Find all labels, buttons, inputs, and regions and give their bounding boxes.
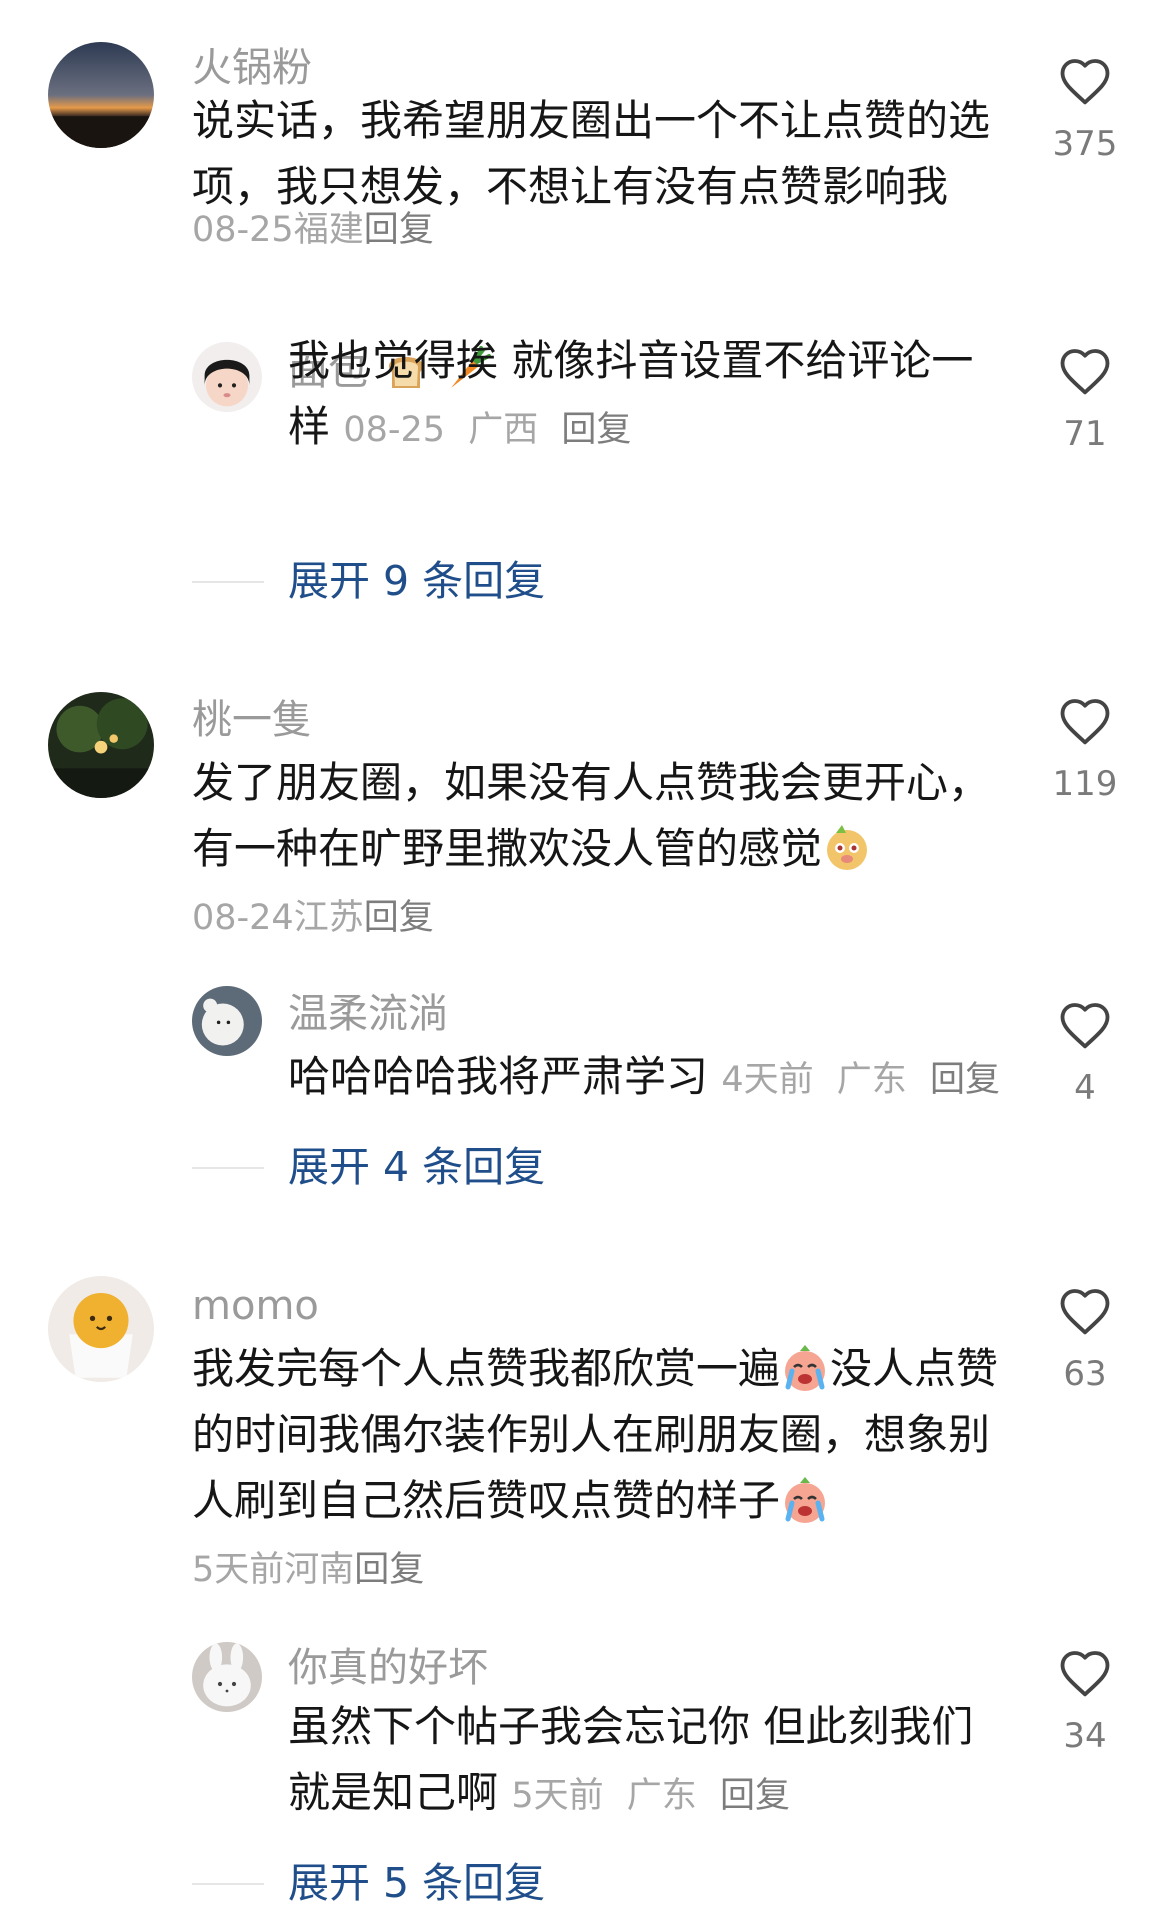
like-button[interactable]: 63 bbox=[1040, 1286, 1130, 1394]
comment-meta: 5天前河南回复 bbox=[192, 1548, 424, 1592]
pig-face-emoji bbox=[822, 823, 872, 873]
comment-meta: 08-24江苏回复 bbox=[192, 896, 434, 940]
comment-location: 江苏 bbox=[293, 898, 364, 938]
reply-location: 广东 bbox=[626, 1776, 697, 1816]
comment-time: 08-24 bbox=[192, 898, 294, 938]
comment-text-block: 发了朋友圈，如果没有人点赞我会更开心，有一种在旷野里撒欢没人管的感觉 bbox=[192, 750, 1012, 882]
comment-time: 5天前 bbox=[192, 1550, 285, 1590]
reply-meta: 08-25 广西 回复 bbox=[343, 410, 631, 450]
reply-button[interactable]: 回复 bbox=[354, 1550, 424, 1590]
avatar[interactable] bbox=[48, 42, 154, 148]
avatar-white-animal-image bbox=[192, 986, 262, 1056]
heart-outline-icon bbox=[1060, 1289, 1110, 1335]
heart-outline-icon bbox=[1060, 349, 1110, 395]
reply-time: 4天前 bbox=[721, 1060, 814, 1100]
like-button[interactable]: 4 bbox=[1040, 1000, 1130, 1108]
avatar-hash-brown-image bbox=[48, 1276, 154, 1382]
comment-text-block: 我发完每个人点赞我都欣赏一遍 没人点赞的时间我偶尔装作别人在刷朋友圈，想象别人刷到… bbox=[192, 1336, 1012, 1534]
reply-time: 08-25 bbox=[343, 410, 446, 450]
heart-outline-icon bbox=[1060, 1651, 1110, 1697]
reply-text-block: 虽然下个帖子我会忘记你 但此刻我们就是知己啊 5天前 广东 回复 bbox=[288, 1694, 1012, 1829]
expand-replies-label[interactable]: 展开 5 条回复 bbox=[288, 1858, 545, 1908]
crying-emoji bbox=[780, 1475, 830, 1525]
divider-line bbox=[192, 1167, 264, 1169]
avatar-night-garden-image bbox=[48, 692, 154, 798]
expand-replies-label[interactable]: 展开 4 条回复 bbox=[288, 1142, 545, 1192]
heart-outline-icon bbox=[1060, 59, 1110, 105]
divider-line bbox=[192, 1883, 264, 1885]
reply-avatar[interactable] bbox=[192, 986, 262, 1056]
comment-location: 福建 bbox=[293, 210, 364, 250]
like-button[interactable]: 34 bbox=[1040, 1648, 1130, 1756]
expand-replies-label[interactable]: 展开 9 条回复 bbox=[288, 556, 545, 606]
heart-outline-icon bbox=[1060, 1003, 1110, 1049]
reply-button[interactable]: 回复 bbox=[364, 898, 434, 938]
avatar[interactable] bbox=[48, 692, 154, 798]
like-count: 71 bbox=[1063, 414, 1107, 454]
comment-username[interactable]: 火锅粉 bbox=[192, 44, 312, 92]
like-count: 63 bbox=[1063, 1354, 1107, 1394]
comment-text-part1: 我发完每个人点赞我都欣赏一遍 bbox=[192, 1344, 781, 1393]
reply-location: 广东 bbox=[836, 1060, 907, 1100]
reply-text: 哈哈哈哈我将严肃学习 bbox=[288, 1052, 709, 1101]
reply-username[interactable]: 你真的好坏 bbox=[288, 1644, 488, 1692]
avatar-white-bunny-image bbox=[192, 1642, 262, 1712]
avatar-girl-image bbox=[192, 342, 262, 412]
comment-meta: 08-25福建回复 bbox=[192, 208, 434, 252]
like-button[interactable]: 119 bbox=[1040, 696, 1130, 804]
like-button[interactable]: 71 bbox=[1040, 346, 1130, 454]
heart-outline-icon bbox=[1060, 699, 1110, 745]
reply-button[interactable]: 回复 bbox=[364, 210, 434, 250]
crying-emoji bbox=[780, 1343, 830, 1393]
reply-meta: 4天前 广东 回复 bbox=[721, 1060, 1000, 1100]
like-count: 119 bbox=[1052, 764, 1118, 804]
comment-username[interactable]: momo bbox=[192, 1282, 319, 1330]
reply-button[interactable]: 回复 bbox=[930, 1060, 1000, 1100]
like-count: 375 bbox=[1052, 124, 1118, 164]
reply-text-block: 我也觉得挨 就像抖音设置不给评论一样 08-25 广西 回复 bbox=[288, 328, 1012, 463]
reply-avatar[interactable] bbox=[192, 1642, 262, 1712]
reply-location: 广西 bbox=[468, 410, 539, 450]
like-count: 34 bbox=[1063, 1716, 1107, 1756]
reply-button[interactable]: 回复 bbox=[561, 410, 631, 450]
comment-username[interactable]: 桃一隻 bbox=[192, 696, 312, 744]
reply-meta: 5天前 广东 回复 bbox=[511, 1776, 790, 1816]
comment-text: 说实话，我希望朋友圈出一个不让点赞的选项，我只想发，不想让有没有点赞影响我 bbox=[192, 96, 991, 211]
avatar[interactable] bbox=[48, 1276, 154, 1382]
reply-avatar[interactable] bbox=[192, 342, 262, 412]
avatar-sunset-image bbox=[48, 42, 154, 148]
reply-text-block: 哈哈哈哈我将严肃学习 4天前 广东 回复 bbox=[288, 1044, 1012, 1113]
divider-line bbox=[192, 581, 264, 583]
like-count: 4 bbox=[1074, 1068, 1096, 1108]
reply-button[interactable]: 回复 bbox=[720, 1776, 790, 1816]
like-button[interactable]: 375 bbox=[1040, 56, 1130, 164]
comment-location: 河南 bbox=[284, 1550, 355, 1590]
reply-username[interactable]: 温柔流淌 bbox=[288, 990, 448, 1038]
comment-time: 08-25 bbox=[192, 210, 294, 250]
reply-time: 5天前 bbox=[511, 1776, 604, 1816]
